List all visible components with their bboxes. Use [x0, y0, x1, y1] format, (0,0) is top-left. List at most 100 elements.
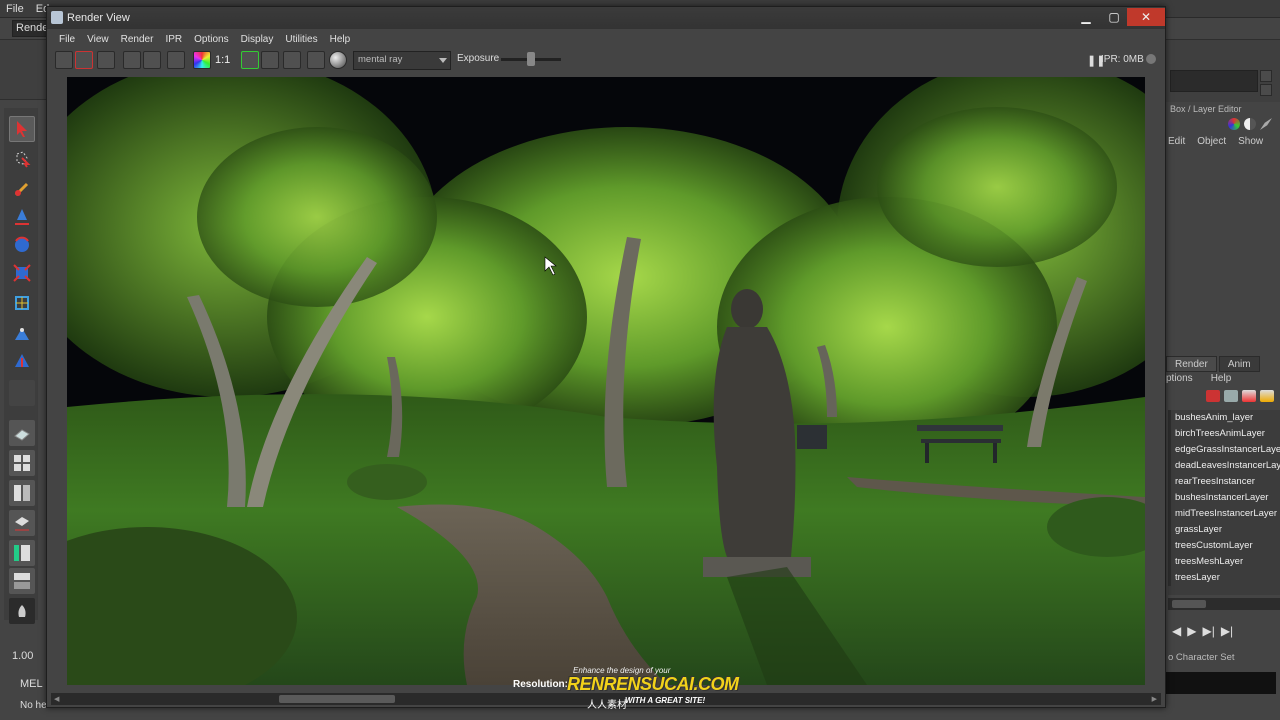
layer-row[interactable]: deadLeavesInstancerLayer	[1168, 458, 1280, 474]
show-manip-icon[interactable]	[9, 348, 35, 374]
layer-stack-icon[interactable]	[1224, 390, 1238, 402]
help-line: No he	[20, 700, 47, 711]
sphere-icon[interactable]	[329, 51, 347, 69]
chevron-down-icon	[439, 58, 447, 63]
brush-tool-icon[interactable]	[9, 598, 35, 624]
display-layer-icon[interactable]	[283, 51, 301, 69]
new-layer-icon[interactable]	[1206, 390, 1220, 402]
right-scroll-down-icon[interactable]	[1260, 84, 1272, 96]
watermark-slogan: WITH A GREAT SITE!	[625, 696, 706, 705]
menu-ipr[interactable]: IPR	[165, 34, 182, 45]
layout-single-icon[interactable]	[9, 420, 35, 446]
maya-menu-file[interactable]: File	[0, 3, 30, 15]
ipr-status: IPR: 0MB	[1101, 54, 1144, 65]
menu-utilities[interactable]: Utilities	[285, 34, 317, 45]
last-tool-icon[interactable]	[9, 380, 35, 406]
shading-icon[interactable]	[1244, 118, 1256, 130]
layout-two-icon[interactable]	[9, 480, 35, 506]
channel-box-body	[1168, 154, 1280, 344]
channel-box-menu: Edit Object Show	[1168, 136, 1280, 152]
watermark-brand: RENRENSUCAI.COM	[567, 674, 739, 694]
renderer-dropdown[interactable]: mental ray	[353, 51, 451, 70]
paint-select-icon[interactable]	[9, 176, 35, 202]
rotate-tool-icon[interactable]	[9, 232, 35, 258]
lasso-tool-icon[interactable]	[9, 146, 35, 172]
layer-row[interactable]: bushesInstancerLayer	[1168, 490, 1280, 506]
remove-image-icon[interactable]	[261, 51, 279, 69]
render-region-icon[interactable]	[75, 51, 93, 69]
minimize-icon[interactable]: ▁	[1073, 8, 1099, 26]
menu-display[interactable]: Display	[241, 34, 274, 45]
edit-icon[interactable]	[1260, 118, 1272, 130]
channel-menu-edit[interactable]: Edit	[1168, 136, 1185, 152]
soft-mod-icon[interactable]	[9, 320, 35, 346]
window-title: Render View	[67, 12, 130, 24]
go-to-end-icon[interactable]: ▶|	[1221, 624, 1233, 642]
exposure-slider-thumb[interactable]	[527, 52, 535, 66]
forest-render	[67, 77, 1145, 685]
time-field[interactable]: 1.00	[12, 650, 46, 668]
layer-row[interactable]: edgeGrassInstancerLayer	[1168, 442, 1280, 458]
layer-row[interactable]: midTreesInstancerLayer	[1168, 506, 1280, 522]
channel-menu-show[interactable]: Show	[1238, 136, 1263, 152]
layer-menu: ptions Help	[1166, 373, 1231, 384]
layer-empty-icon[interactable]	[1260, 390, 1274, 402]
layer-row[interactable]: grassLayer	[1168, 522, 1280, 538]
menu-file[interactable]: File	[59, 34, 75, 45]
menu-help[interactable]: Help	[330, 34, 351, 45]
render-settings-icon[interactable]	[167, 51, 185, 69]
right-field[interactable]	[1170, 70, 1258, 92]
tab-render[interactable]: Render	[1166, 356, 1217, 372]
layer-row[interactable]: rearTreesInstancer	[1168, 474, 1280, 490]
real-size-label[interactable]: 1:1	[215, 54, 230, 66]
close-icon[interactable]: ✕	[1127, 8, 1165, 26]
layer-menu-options[interactable]: ptions	[1166, 373, 1193, 384]
ipr-indicator-icon	[1146, 54, 1156, 64]
keep-image-icon[interactable]	[241, 51, 259, 69]
move-tool-icon[interactable]	[9, 204, 35, 230]
maximize-icon[interactable]: ▢	[1101, 8, 1127, 26]
render-image[interactable]	[67, 77, 1145, 685]
layout-outliner-icon[interactable]	[9, 540, 35, 566]
select-tool-icon[interactable]	[9, 116, 35, 142]
universal-manip-icon[interactable]	[9, 290, 35, 316]
refresh-ipr-icon[interactable]	[143, 51, 161, 69]
scroll-right-icon[interactable]: ▶	[1152, 695, 1157, 703]
tab-anim[interactable]: Anim	[1218, 356, 1260, 372]
redo-render-icon[interactable]	[55, 51, 73, 69]
axis-icon[interactable]	[1228, 118, 1240, 130]
channel-box-icons	[1228, 118, 1276, 134]
channel-menu-object[interactable]: Object	[1197, 136, 1226, 152]
render-view-window: Render View ▁ ▢ ✕ File View Render IPR O…	[46, 6, 1166, 708]
scroll-left-icon[interactable]: ◀	[54, 695, 59, 703]
render-view-titlebar[interactable]: Render View ▁ ▢ ✕	[47, 7, 1165, 29]
render-view-menubar: File View Render IPR Options Display Uti…	[47, 31, 1165, 47]
layout-persp-graph-icon[interactable]	[9, 510, 35, 536]
layout-four-icon[interactable]	[9, 450, 35, 476]
layer-row[interactable]: birchTreesAnimLayer	[1168, 426, 1280, 442]
layer-row[interactable]: bushesAnim_layer	[1168, 410, 1280, 426]
menu-render[interactable]: Render	[121, 34, 154, 45]
ipr-render-icon[interactable]	[123, 51, 141, 69]
scale-tool-icon[interactable]	[9, 260, 35, 286]
layer-scrollbar[interactable]	[1168, 598, 1280, 610]
color-channel-icon[interactable]	[193, 51, 211, 69]
character-set[interactable]: o Character Set	[1160, 652, 1280, 668]
layer-row[interactable]: treesCustomLayer	[1168, 538, 1280, 554]
layer-row[interactable]: treesMeshLayer	[1168, 554, 1280, 570]
step-back-icon[interactable]: ◀	[1172, 624, 1181, 642]
menu-options[interactable]: Options	[194, 34, 228, 45]
step-forward-icon[interactable]: ▶|	[1202, 624, 1214, 642]
layer-selected-icon[interactable]	[1242, 390, 1256, 402]
menu-view[interactable]: View	[87, 34, 109, 45]
zoom-icon[interactable]	[307, 51, 325, 69]
layer-menu-help[interactable]: Help	[1211, 373, 1232, 384]
snapshot-icon[interactable]	[97, 51, 115, 69]
layer-row[interactable]: treesLayer	[1168, 570, 1280, 586]
right-scroll-up-icon[interactable]	[1260, 70, 1272, 82]
layout-hypershade-icon[interactable]	[9, 568, 35, 594]
scroll-thumb[interactable]	[279, 695, 395, 703]
play-icon[interactable]: ▶	[1187, 624, 1196, 642]
layer-scroll-thumb[interactable]	[1172, 600, 1206, 608]
mode-dropdown[interactable]: Render	[12, 20, 52, 37]
